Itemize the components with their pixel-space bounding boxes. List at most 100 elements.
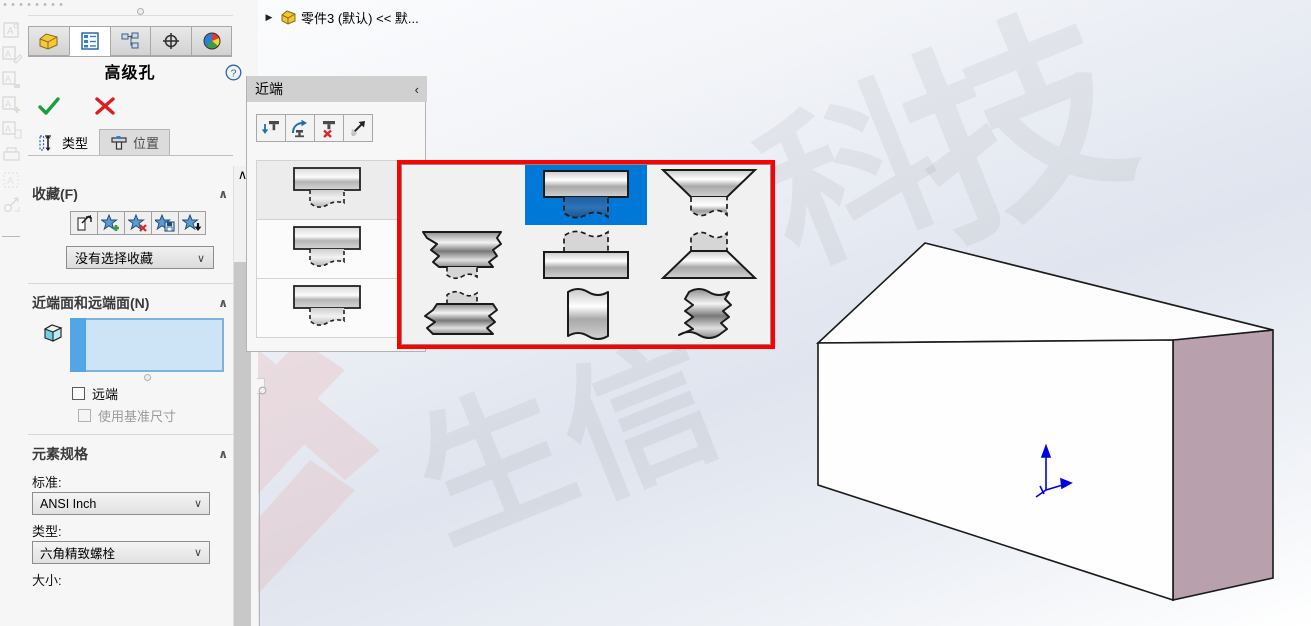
favorites-section-header[interactable]: 收藏(F) ∧ xyxy=(32,184,228,204)
crosshair-icon xyxy=(160,31,182,51)
page-title: 高级孔 xyxy=(104,65,156,82)
move-up-element-button[interactable] xyxy=(285,114,315,142)
tab-type[interactable]: 类型 xyxy=(28,129,100,155)
property-manager-panel: A A A A A A 高级孔 ? 类型 位置 收藏(F) ∧ 没有选择收藏 ∨… xyxy=(0,0,258,626)
tab-type-label: 类型 xyxy=(62,136,89,151)
panel-grip-bar[interactable] xyxy=(28,6,233,16)
note-icon: A xyxy=(2,20,22,40)
tab-position[interactable]: 位置 xyxy=(99,129,171,155)
face-cube-icon xyxy=(42,322,64,344)
configuration-icon xyxy=(119,31,141,51)
counterbore-flip-icon xyxy=(542,230,629,280)
countersink-flip-icon xyxy=(660,231,758,280)
load-favorite-button[interactable] xyxy=(178,211,206,235)
hole-type-grid-popup xyxy=(397,160,775,349)
insert-element-below-button[interactable] xyxy=(256,114,286,142)
weld-symbol-icon xyxy=(2,195,22,215)
cancel-x-icon[interactable] xyxy=(92,94,118,118)
standard-select-value: ANSI Inch xyxy=(40,496,97,511)
tapered-tap-type[interactable] xyxy=(402,225,525,285)
note-settings-icon: A xyxy=(2,120,22,140)
configuration-manager-tab[interactable] xyxy=(109,26,151,56)
straight-tap-type[interactable] xyxy=(647,284,770,344)
note-edit-icon: A xyxy=(2,45,22,65)
counterbore-hole-icon xyxy=(257,163,397,217)
flyout-header: 近端 ‹ xyxy=(247,76,427,102)
favorites-select-value: 没有选择收藏 xyxy=(75,251,154,266)
favorites-button-row xyxy=(70,211,206,235)
property-list-icon xyxy=(79,31,101,51)
chevron-down-icon[interactable]: ∨ xyxy=(197,252,205,265)
property-manager-subtabs: 类型 位置 xyxy=(28,129,233,156)
add-favorite-button[interactable] xyxy=(97,211,125,235)
property-manager-actions xyxy=(30,94,150,120)
property-manager-tab[interactable] xyxy=(68,26,110,56)
selection-resize-handle[interactable] xyxy=(144,374,151,381)
checkbox-box[interactable] xyxy=(72,387,85,400)
chevron-up-icon[interactable]: ∧ xyxy=(218,447,228,461)
countersink-flip-type[interactable] xyxy=(647,225,770,285)
panel-pin-dot[interactable] xyxy=(137,8,144,15)
straight-hole-type[interactable] xyxy=(525,284,648,344)
element-list: ▾ ▾ ▾ xyxy=(256,160,420,338)
property-manager-content: 收藏(F) ∧ 没有选择收藏 ∨ 近端面和远端面(N) ∧ 远端 使用基准尺寸 … xyxy=(28,166,233,626)
type-select[interactable]: 六角精致螺栓 ∨ xyxy=(32,541,210,564)
favorites-select[interactable]: 没有选择收藏 ∨ xyxy=(66,246,214,269)
splitter-line xyxy=(259,393,260,626)
feature-tree-root-row[interactable]: ▶ 零件3 (默认) << 默... xyxy=(258,6,419,28)
chevron-right-icon[interactable]: ▶ xyxy=(262,10,276,24)
size-label: 大小: xyxy=(32,573,62,588)
checkbox-use-base-dimension-label: 使用基准尺寸 xyxy=(98,409,177,424)
standard-select[interactable]: ANSI Inch ∨ xyxy=(32,492,210,515)
element-row-1[interactable]: ▾ xyxy=(256,160,420,220)
expand-collapse-button[interactable] xyxy=(343,114,373,142)
svg-text:A: A xyxy=(5,99,11,109)
position-icon xyxy=(110,134,128,152)
feature-tree-root-label[interactable]: 零件3 (默认) << 默... xyxy=(301,8,419,27)
save-favorite-button[interactable] xyxy=(151,211,179,235)
near-far-faces-heading: 近端面和远端面(N) xyxy=(32,295,150,311)
svg-text:A: A xyxy=(5,74,11,84)
counterbore-flip-type[interactable] xyxy=(525,225,648,285)
chevron-up-icon[interactable]: ∧ xyxy=(218,187,228,201)
flyout-toolbar xyxy=(256,114,373,142)
element-row-2[interactable]: ▾ xyxy=(256,219,420,279)
watermark-char-ji: 技 xyxy=(856,0,1165,290)
dimxpert-manager-tab[interactable] xyxy=(150,26,192,56)
tapered-tap-flip-type[interactable] xyxy=(402,284,525,344)
element-row-3[interactable]: ▾ xyxy=(256,278,420,338)
tapered-tap-flip-icon xyxy=(424,291,499,336)
note-add-icon: A xyxy=(2,95,22,115)
feature-manager-tab[interactable] xyxy=(28,26,69,56)
feature-tree-icon xyxy=(38,31,60,51)
near-far-faces-section-header[interactable]: 近端面和远端面(N) ∧ xyxy=(32,293,228,313)
svg-text:A: A xyxy=(5,124,11,134)
property-manager-tabstrip xyxy=(28,26,232,57)
countersink-type[interactable] xyxy=(647,165,770,225)
help-question-icon[interactable]: ? xyxy=(225,64,242,81)
standard-label: 标准: xyxy=(32,475,62,490)
apply-default-favorite-button[interactable] xyxy=(70,211,98,235)
straight-hole-icon xyxy=(566,288,609,341)
chevron-up-icon[interactable]: ∧ xyxy=(218,296,228,310)
face-selection-box[interactable] xyxy=(70,318,224,372)
display-manager-tab[interactable] xyxy=(191,26,232,56)
face-selection-indicator xyxy=(70,318,86,372)
counterbore-type[interactable] xyxy=(524,165,648,225)
chevron-down-icon[interactable]: ∨ xyxy=(194,497,202,510)
delete-favorite-button[interactable] xyxy=(124,211,152,235)
chevron-left-icon[interactable]: ‹ xyxy=(415,82,419,97)
confirm-check-icon[interactable] xyxy=(36,94,62,118)
element-spec-section-header[interactable]: 元素规格 ∧ xyxy=(32,444,228,464)
appearance-sphere-icon xyxy=(201,31,223,51)
watermark-char-sheng: 生 xyxy=(380,325,600,582)
favorites-heading: 收藏(F) xyxy=(32,186,78,202)
checkbox-far-end[interactable]: 远端 xyxy=(72,384,118,403)
section-divider-1 xyxy=(28,283,233,284)
note-move-icon: A xyxy=(2,70,22,90)
counterbore-hole-icon xyxy=(257,222,397,276)
chevron-down-icon[interactable]: ∨ xyxy=(194,546,202,559)
hole-type-grid xyxy=(401,164,771,345)
svg-text:A: A xyxy=(7,176,14,187)
delete-element-button[interactable] xyxy=(314,114,344,142)
